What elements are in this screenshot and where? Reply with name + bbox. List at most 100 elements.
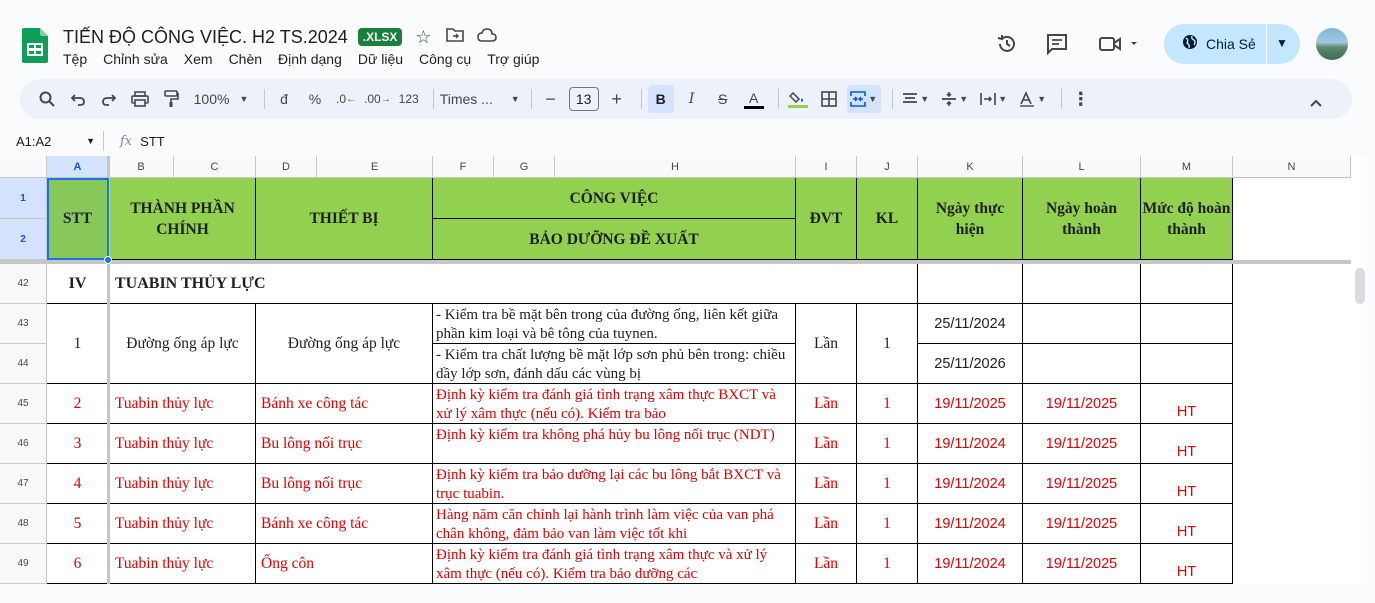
- row-thanh-phan[interactable]: Tuabin thủy lực: [110, 424, 256, 464]
- row-dvt[interactable]: Lần: [796, 504, 857, 544]
- header-cong-viec[interactable]: CÔNG VIỆC: [433, 178, 796, 219]
- meet-video-icon[interactable]: [1099, 35, 1139, 59]
- row-ngay-hoan-thanh[interactable]: 19/11/2025: [1023, 544, 1141, 584]
- row-header[interactable]: 1: [0, 178, 47, 219]
- row-kl[interactable]: 1: [857, 304, 918, 384]
- row-ngay-hoan-thanh[interactable]: 19/11/2025: [1023, 504, 1141, 544]
- vertical-align-icon[interactable]: ▼: [938, 85, 972, 113]
- table-cell[interactable]: [1141, 264, 1233, 304]
- chevron-up-icon[interactable]: [1303, 89, 1329, 117]
- header-muc-do[interactable]: Mức độ hoàn thành: [1141, 178, 1233, 260]
- menu-edit[interactable]: Chỉnh sửa: [103, 51, 168, 67]
- column-header[interactable]: A: [47, 156, 109, 178]
- row-header[interactable]: 43: [0, 304, 47, 344]
- row-stt[interactable]: 3: [47, 424, 109, 464]
- row-muc-do[interactable]: HT: [1141, 504, 1233, 544]
- row-dvt[interactable]: Lần: [796, 424, 857, 464]
- select-all-corner[interactable]: [0, 156, 47, 178]
- row-ngay-hoan-thanh[interactable]: 19/11/2025: [1023, 464, 1141, 504]
- row-thiet-bi[interactable]: Bánh xe công tác: [256, 504, 433, 544]
- row-header[interactable]: 48: [0, 504, 47, 544]
- comments-icon[interactable]: [1046, 33, 1068, 61]
- table-cell[interactable]: [1023, 344, 1141, 384]
- row-thanh-phan[interactable]: Tuabin thủy lực: [110, 504, 256, 544]
- menu-format[interactable]: Định dạng: [278, 51, 342, 67]
- header-dvt[interactable]: ĐVT: [796, 178, 857, 260]
- row-kl[interactable]: 1: [857, 424, 918, 464]
- menu-help[interactable]: Trợ giúp: [487, 51, 539, 67]
- borders-icon[interactable]: [816, 85, 842, 113]
- decrease-decimal-button[interactable]: .0 ←: [333, 85, 359, 113]
- share-dropdown-icon[interactable]: ▼: [1276, 36, 1288, 50]
- currency-format-button[interactable]: đ: [271, 85, 297, 113]
- vertical-scrollbar-track[interactable]: [1351, 156, 1367, 584]
- avatar[interactable]: [1316, 28, 1348, 60]
- search-menus-icon[interactable]: [34, 85, 60, 113]
- row-header[interactable]: 44: [0, 344, 47, 384]
- row-header[interactable]: 47: [0, 464, 47, 504]
- row-thiet-bi[interactable]: Bu lông nối trục: [256, 424, 433, 464]
- column-header[interactable]: N: [1233, 156, 1351, 178]
- column-header[interactable]: L: [1023, 156, 1141, 178]
- row-stt[interactable]: 1: [47, 304, 109, 384]
- increase-decimal-button[interactable]: .00 →: [364, 85, 391, 113]
- row-thiet-bi[interactable]: Bánh xe công tác: [256, 384, 433, 424]
- row-header[interactable]: 42: [0, 264, 47, 304]
- font-size-field[interactable]: 13: [568, 85, 599, 113]
- row-stt[interactable]: 6: [47, 544, 109, 584]
- menu-insert[interactable]: Chèn: [229, 51, 262, 67]
- row-header[interactable]: 2: [0, 219, 47, 260]
- header-bao-duong[interactable]: BẢO DƯỠNG ĐỀ XUẤT: [433, 219, 796, 260]
- row-header[interactable]: 46: [0, 424, 47, 464]
- column-header[interactable]: G: [494, 156, 555, 178]
- row-cong-viec[interactable]: Định kỳ kiểm tra không phá hủy bu lông n…: [433, 424, 796, 464]
- vertical-scrollbar-thumb[interactable]: [1355, 268, 1365, 304]
- font-family-select[interactable]: Times ... ▼: [440, 85, 520, 113]
- horizontal-align-icon[interactable]: ▼: [899, 85, 933, 113]
- column-header[interactable]: B: [109, 156, 174, 178]
- more-options-icon[interactable]: ⋮: [1068, 85, 1094, 113]
- row-ngay-hoan-thanh[interactable]: 19/11/2025: [1023, 384, 1141, 424]
- increase-font-size-icon[interactable]: +: [604, 85, 630, 113]
- row-muc-do[interactable]: HT: [1141, 384, 1233, 424]
- header-thanh-phan[interactable]: THÀNH PHẦN CHÍNH: [110, 178, 256, 260]
- cloud-status-icon[interactable]: [476, 27, 498, 48]
- section-name[interactable]: TUABIN THỦY LỰC: [110, 264, 918, 304]
- move-folder-icon[interactable]: [444, 27, 466, 48]
- row-thanh-phan[interactable]: Tuabin thủy lực: [110, 464, 256, 504]
- version-history-icon[interactable]: [996, 33, 1018, 61]
- section-stt[interactable]: IV: [47, 264, 109, 304]
- document-title[interactable]: TIẾN ĐỘ CÔNG VIỆC. H2 TS.2024: [63, 27, 348, 48]
- table-cell[interactable]: [1141, 344, 1233, 384]
- row-ngay-thuc-hien[interactable]: 19/11/2024: [918, 424, 1023, 464]
- header-thiet-bi[interactable]: THIẾT BỊ: [256, 178, 433, 260]
- row-stt[interactable]: 5: [47, 504, 109, 544]
- menu-view[interactable]: Xem: [184, 51, 213, 67]
- row-kl[interactable]: 1: [857, 504, 918, 544]
- share-button[interactable]: Chia Sẻ ▼: [1164, 24, 1300, 64]
- column-header[interactable]: M: [1141, 156, 1233, 178]
- decrease-font-size-icon[interactable]: −: [538, 85, 564, 113]
- row-ngay-thuc-hien[interactable]: 25/11/2026: [918, 344, 1023, 384]
- spreadsheet-grid[interactable]: A B C D E F G H I J K L M N 1 2 42 43 44…: [0, 156, 1367, 584]
- redo-icon[interactable]: [96, 85, 122, 113]
- fill-color-icon[interactable]: [785, 85, 811, 113]
- row-ngay-thuc-hien[interactable]: 19/11/2024: [918, 464, 1023, 504]
- row-dvt[interactable]: Lần: [796, 544, 857, 584]
- row-cong-viec[interactable]: - Kiểm tra chất lượng bề mặt lớp sơn phủ…: [433, 344, 796, 384]
- column-header[interactable]: K: [918, 156, 1023, 178]
- table-cell[interactable]: [1023, 304, 1141, 344]
- bold-button[interactable]: B: [647, 85, 674, 113]
- row-cong-viec[interactable]: - Kiểm tra bề mặt bên trong của đường ốn…: [433, 304, 796, 344]
- row-cong-viec[interactable]: Hàng năm căn chỉnh lại hành trình làm vi…: [433, 504, 796, 544]
- header-ngay-hoan-thanh[interactable]: Ngày hoàn thành: [1023, 178, 1141, 260]
- merge-cells-icon[interactable]: ▼: [846, 85, 881, 113]
- row-muc-do[interactable]: HT: [1141, 424, 1233, 464]
- zoom-select[interactable]: 100% ▼: [189, 85, 253, 113]
- row-thiet-bi[interactable]: Bu lông nối trục: [256, 464, 433, 504]
- formula-input[interactable]: STT: [140, 134, 165, 149]
- menu-data[interactable]: Dữ liệu: [358, 51, 403, 67]
- column-header[interactable]: C: [174, 156, 256, 178]
- column-header[interactable]: H: [555, 156, 796, 178]
- column-header[interactable]: I: [796, 156, 857, 178]
